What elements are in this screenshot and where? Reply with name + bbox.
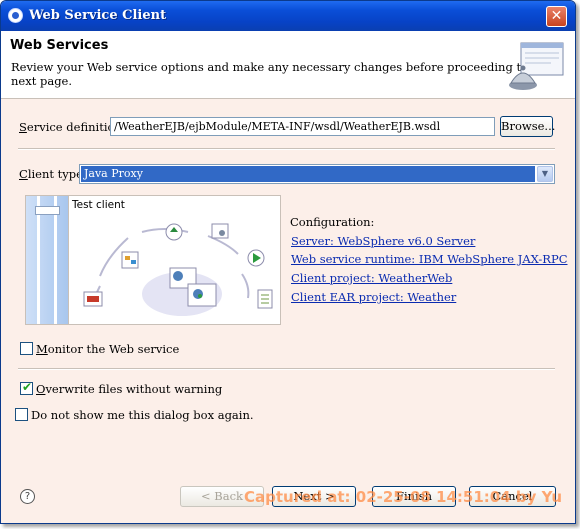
title-bar[interactable]: Web Service Client ✕	[1, 1, 575, 31]
web-service-wizard-icon	[509, 42, 564, 90]
test-client-flow-illustration	[83, 223, 273, 316]
configuration-heading: Configuration:	[290, 215, 375, 229]
overwrite-label-text: verwrite files without warning	[45, 382, 223, 396]
dont-show-label: Do not show me this dialog box again.	[31, 408, 254, 422]
overwrite-checkbox[interactable]: ✔	[20, 380, 33, 395]
client-type-mnemonic: C	[19, 167, 28, 181]
monitor-label: Monitor the Web service	[36, 342, 179, 356]
slider-thumb[interactable]	[35, 206, 60, 215]
server-link[interactable]: Server: WebSphere v6.0 Server	[291, 234, 475, 248]
page-description: Review your Web service options and make…	[11, 60, 551, 88]
client-type-label-text: lient type:	[27, 167, 87, 181]
client-level-slider[interactable]	[26, 196, 68, 324]
eclipse-icon	[8, 8, 23, 23]
preview-divider	[68, 196, 69, 324]
capture-watermark: Captured at: 02-25-08 14:51:04 by Yu	[244, 488, 563, 506]
close-icon: ✕	[550, 8, 563, 24]
client-type-value: Java Proxy	[81, 166, 535, 182]
monitor-label-text: onitor the Web service	[47, 342, 180, 356]
chevron-down-icon[interactable]: ▼	[537, 166, 553, 182]
help-icon[interactable]: ?	[20, 489, 35, 504]
service-definition-mnemonic: S	[19, 120, 27, 134]
monitor-mnemonic: M	[36, 342, 48, 356]
page-title: Web Services	[10, 38, 109, 53]
slider-rail	[37, 196, 40, 324]
client-type-select[interactable]: Java Proxy ▼	[79, 164, 555, 184]
client-ear-project-link[interactable]: Client EAR project: Weather	[291, 290, 456, 304]
client-project-link[interactable]: Client project: WeatherWeb	[291, 271, 452, 285]
client-type-label: Client type:	[19, 167, 87, 181]
separator	[18, 148, 555, 150]
overwrite-label: Overwrite files without warning	[36, 382, 222, 396]
checkmark-icon: ✔	[22, 380, 33, 394]
preview-level-label: Test client	[72, 199, 125, 211]
monitor-checkbox[interactable]	[20, 342, 33, 355]
service-definition-field[interactable]: /WeatherEJB/ejbModule/META-INF/wsdl/Weat…	[110, 117, 495, 136]
wizard-banner: Web Services Review your Web service opt…	[1, 31, 575, 99]
web-service-runtime-link[interactable]: Web service runtime: IBM WebSphere JAX-R…	[291, 252, 568, 266]
slider-rail	[54, 196, 57, 324]
window-title: Web Service Client	[29, 8, 167, 23]
close-button[interactable]: ✕	[546, 6, 567, 27]
web-service-client-dialog: Web Service Client ✕ Web Services Review…	[0, 0, 576, 524]
browse-button[interactable]: Browse...	[500, 116, 555, 137]
client-generation-preview: Test client	[25, 195, 281, 325]
separator	[18, 368, 555, 370]
dont-show-checkbox[interactable]	[15, 408, 28, 421]
